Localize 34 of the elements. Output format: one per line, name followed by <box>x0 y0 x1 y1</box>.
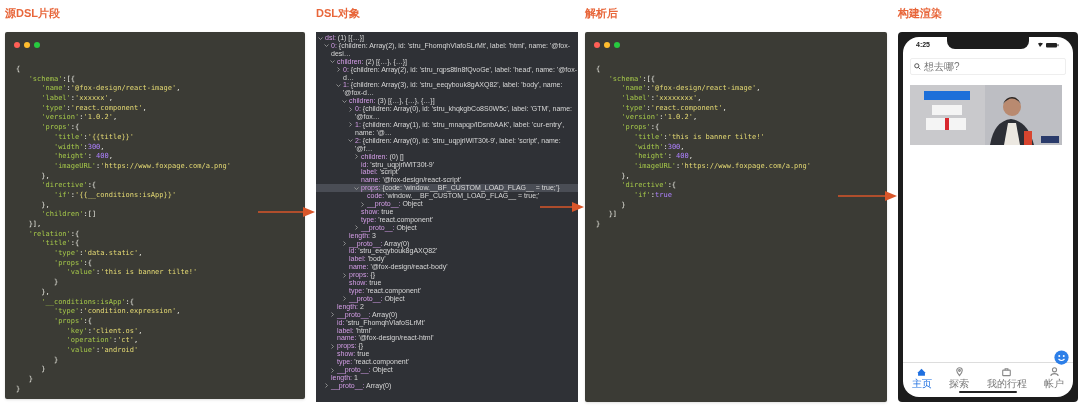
person-icon <box>1048 366 1060 377</box>
flow-arrow <box>838 191 897 201</box>
search-icon <box>914 62 921 70</box>
tab-item[interactable]: 主页 <box>911 366 932 389</box>
caret-icon[interactable] <box>354 154 359 160</box>
caret-icon[interactable] <box>336 82 341 88</box>
stage-title: DSL对象 <box>316 6 360 21</box>
caret-icon[interactable] <box>330 312 335 318</box>
caret-icon[interactable] <box>348 138 353 144</box>
tab-item[interactable]: 帐户 <box>1044 366 1065 389</box>
caret-icon[interactable] <box>342 241 347 247</box>
caret-icon[interactable] <box>330 367 335 373</box>
briefcase-icon <box>1001 366 1013 377</box>
tab-item[interactable]: 探索 <box>949 366 970 389</box>
caret-icon[interactable] <box>354 185 359 191</box>
stage-title: 解析后 <box>585 6 618 21</box>
caret-icon[interactable] <box>324 383 329 389</box>
flow-arrow <box>258 207 315 217</box>
home-indicator <box>959 391 1017 393</box>
home-icon <box>916 366 928 377</box>
stage-title: 源DSL片段 <box>5 6 60 21</box>
caret-icon[interactable] <box>342 296 347 302</box>
caret-icon[interactable] <box>342 272 347 278</box>
search-field[interactable]: 想去哪? <box>910 58 1066 75</box>
pin-icon <box>953 366 965 377</box>
caret-icon[interactable] <box>330 343 335 349</box>
flow-arrow <box>540 202 584 212</box>
wifi-battery-icon <box>1038 42 1060 48</box>
tab-item[interactable]: 我的行程 <box>986 366 1027 389</box>
caret-icon[interactable] <box>348 122 353 128</box>
smiley-button[interactable] <box>1054 350 1069 365</box>
caret-icon[interactable] <box>354 225 359 231</box>
stage-title: 构建渲染 <box>898 6 942 21</box>
caret-icon[interactable] <box>360 201 365 207</box>
